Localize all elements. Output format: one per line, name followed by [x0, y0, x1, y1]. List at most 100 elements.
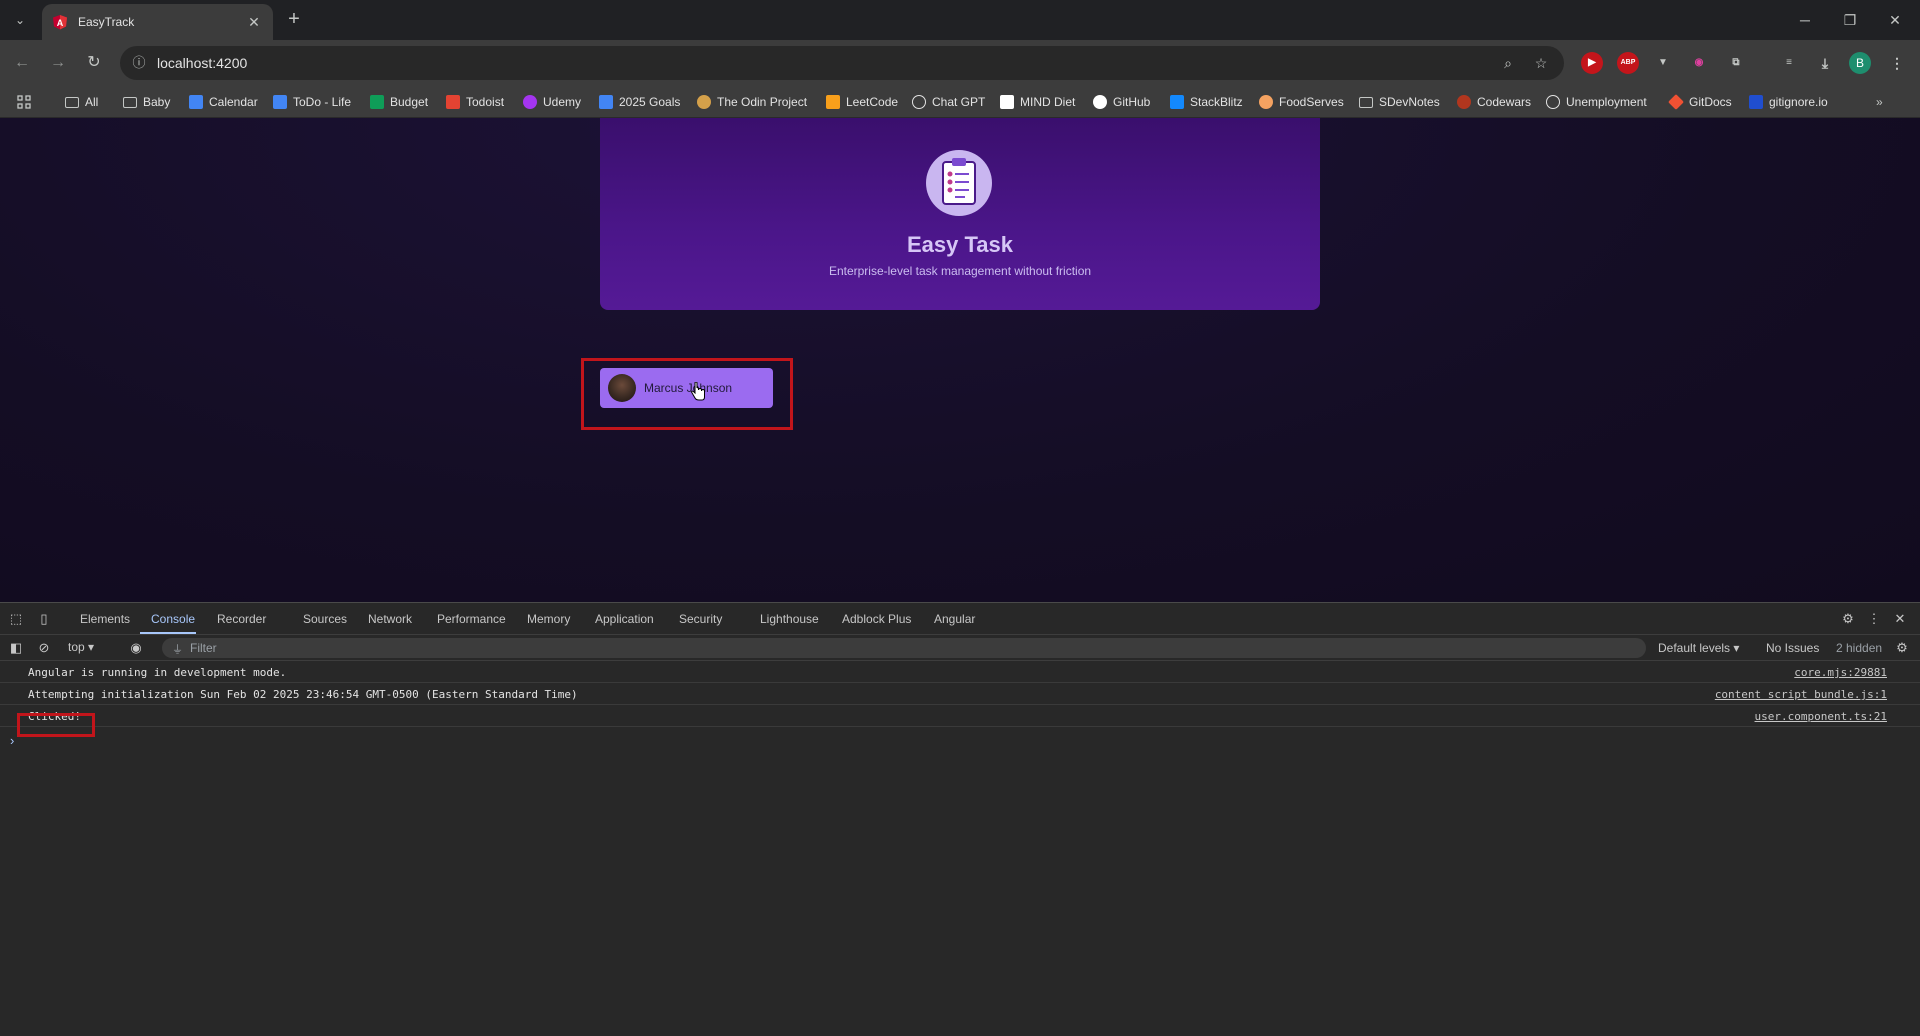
tab-lighthouse[interactable]: Lighthouse — [760, 612, 819, 626]
angular-favicon-icon: A — [53, 15, 67, 30]
close-devtools-icon[interactable]: ✕ — [1892, 611, 1908, 627]
food-icon — [1259, 95, 1273, 109]
log-row: Clicked! user.component.ts:21 — [0, 705, 1920, 727]
inspect-element-icon[interactable]: ⬚ — [8, 611, 24, 627]
bookmark-leetcode[interactable]: LeetCode — [826, 93, 898, 111]
tab-search-chevron-icon[interactable]: ⌄ — [6, 8, 34, 32]
bookmark-foodserves[interactable]: FoodServes — [1259, 93, 1344, 111]
log-levels-dropdown[interactable]: Default levels ▾ — [1658, 641, 1739, 655]
folder-icon — [123, 96, 137, 108]
profile-avatar[interactable]: B — [1849, 52, 1871, 74]
console-settings-icon[interactable]: ⚙ — [1894, 640, 1910, 656]
bookmark-udemy[interactable]: Udemy — [523, 93, 581, 111]
device-toolbar-icon[interactable]: ▯ — [36, 611, 52, 627]
bookmark-sdevnotes[interactable]: SDevNotes — [1359, 93, 1440, 111]
log-source-link[interactable]: user.component.ts:21 — [1755, 710, 1887, 723]
apps-grid-icon[interactable] — [17, 93, 31, 111]
filter-funnel-icon: ⏚ — [172, 644, 183, 656]
bookmark-todoist[interactable]: Todoist — [446, 93, 504, 111]
bookmark-baby[interactable]: Baby — [123, 93, 170, 111]
minimize-icon[interactable]: ─ — [1790, 8, 1820, 32]
tab-security[interactable]: Security — [679, 612, 722, 626]
browser-toolbar: ← → ↻ ⓘ localhost:4200 ⌕ ☆ ▶ ABP ▼ ◉ ⧉ ≡… — [0, 40, 1920, 86]
tab-sources[interactable]: Sources — [303, 612, 347, 626]
annotation-highlight-box — [17, 713, 95, 737]
svg-text:A: A — [57, 18, 64, 28]
avatar — [608, 374, 636, 402]
bookmark-budget[interactable]: Budget — [370, 93, 428, 111]
bookmark-todo-life[interactable]: ToDo - Life — [273, 93, 351, 111]
tab-application[interactable]: Application — [595, 612, 654, 626]
screen: ⌄ A EasyTrack ✕ + ─ ❐ ✕ ← → ↻ ⓘ localhos… — [0, 0, 1920, 1036]
user-button[interactable]: Marcus Johnson — [600, 368, 773, 408]
sidebar-toggle-icon[interactable]: ◧ — [8, 640, 24, 656]
context-select[interactable]: top ▾ — [68, 640, 94, 654]
vue-devtools-icon[interactable]: ▼ — [1652, 52, 1674, 74]
url-text[interactable]: localhost:4200 — [157, 55, 247, 71]
close-window-icon[interactable]: ✕ — [1880, 8, 1910, 32]
codewars-icon — [1457, 95, 1471, 109]
issues-count[interactable]: No Issues — [1766, 641, 1819, 655]
browser-tab[interactable]: A EasyTrack ✕ — [42, 4, 273, 40]
leetcode-icon — [826, 95, 840, 109]
live-expression-eye-icon[interactable]: ◉ — [128, 640, 144, 656]
devtools-tabs: ⬚ ▯ Elements Console Recorder Sources Ne… — [0, 603, 1920, 635]
bookmark-stackblitz[interactable]: StackBlitz — [1170, 93, 1243, 111]
zoom-icon[interactable]: ⌕ — [1498, 53, 1518, 73]
folder-icon — [65, 96, 79, 108]
bookmark-gitdocs[interactable]: GitDocs — [1668, 93, 1732, 111]
address-bar[interactable]: ⓘ localhost:4200 ⌕ ☆ — [120, 46, 1564, 80]
log-source-link[interactable]: core.mjs:29881 — [1794, 666, 1887, 679]
tab-console[interactable]: Console — [151, 612, 195, 626]
tab-angular[interactable]: Angular — [934, 612, 975, 626]
bookmark-star-icon[interactable]: ☆ — [1531, 53, 1551, 73]
media-controls-icon[interactable]: ≡ — [1778, 52, 1800, 74]
tab-recorder[interactable]: Recorder — [217, 612, 266, 626]
app-title: Easy Task — [906, 232, 1013, 257]
devtools-menu-icon[interactable]: ⋮ — [1866, 611, 1882, 627]
youtube-extension-icon[interactable]: ▶ — [1581, 52, 1603, 74]
settings-gear-icon[interactable]: ⚙ — [1840, 611, 1856, 627]
reload-icon[interactable]: ↻ — [82, 51, 106, 75]
tab-memory[interactable]: Memory — [527, 612, 570, 626]
new-tab-icon[interactable]: + — [282, 8, 306, 32]
site-info-icon[interactable]: ⓘ — [130, 54, 148, 72]
adblock-plus-icon[interactable]: ABP — [1617, 52, 1639, 74]
tab-elements[interactable]: Elements — [80, 612, 130, 626]
close-tab-icon[interactable]: ✕ — [245, 14, 263, 31]
bookmark-odin-project[interactable]: The Odin Project — [697, 93, 807, 111]
tab-adblock-plus[interactable]: Adblock Plus — [842, 612, 911, 626]
bookmark-gitignore[interactable]: gitignore.io — [1749, 93, 1828, 111]
app-header: Easy Task Enterprise-level task manageme… — [600, 118, 1320, 310]
bookmark-codewars[interactable]: Codewars — [1457, 93, 1531, 111]
bookmark-mind-diet[interactable]: MIND Diet — [1000, 93, 1075, 111]
bookmark-github[interactable]: GitHub — [1093, 93, 1150, 111]
bookmark-calendar[interactable]: Calendar — [189, 93, 258, 111]
browser-menu-icon[interactable]: ⋮ — [1886, 52, 1908, 74]
console-prompt-icon[interactable]: › — [10, 733, 14, 748]
page-viewport: Easy Task Enterprise-level task manageme… — [0, 118, 1920, 602]
download-icon[interactable]: ⤓ — [1814, 52, 1836, 74]
extensions-puzzle-icon[interactable]: ⧉ — [1725, 52, 1747, 74]
bookmark-unemployment[interactable]: Unemployment — [1546, 93, 1647, 111]
todoist-icon — [446, 95, 460, 109]
gitignore-icon — [1749, 95, 1763, 109]
github-icon — [1093, 95, 1107, 109]
udemy-icon — [523, 95, 537, 109]
clear-console-icon[interactable]: ⊘ — [36, 640, 52, 656]
angular-devtools-icon[interactable]: ◉ — [1688, 52, 1710, 74]
filter-input[interactable]: ⏚ Filter — [162, 638, 1646, 658]
bookmark-chat-gpt[interactable]: Chat GPT — [912, 93, 985, 111]
bookmark-2025-goals[interactable]: 2025 Goals — [599, 93, 680, 111]
tab-network[interactable]: Network — [368, 612, 412, 626]
tab-title: EasyTrack — [78, 15, 135, 29]
clipboard-logo-icon — [926, 150, 992, 216]
log-source-link[interactable]: content script bundle.js:1 — [1715, 688, 1887, 701]
tab-performance[interactable]: Performance — [437, 612, 506, 626]
more-bookmarks-icon[interactable]: » — [1876, 93, 1883, 111]
back-icon[interactable]: ← — [10, 51, 34, 75]
bookmark-all[interactable]: All — [65, 93, 98, 111]
sheets-icon — [370, 95, 384, 109]
forward-icon[interactable]: → — [46, 51, 70, 75]
restore-icon[interactable]: ❐ — [1835, 8, 1865, 32]
